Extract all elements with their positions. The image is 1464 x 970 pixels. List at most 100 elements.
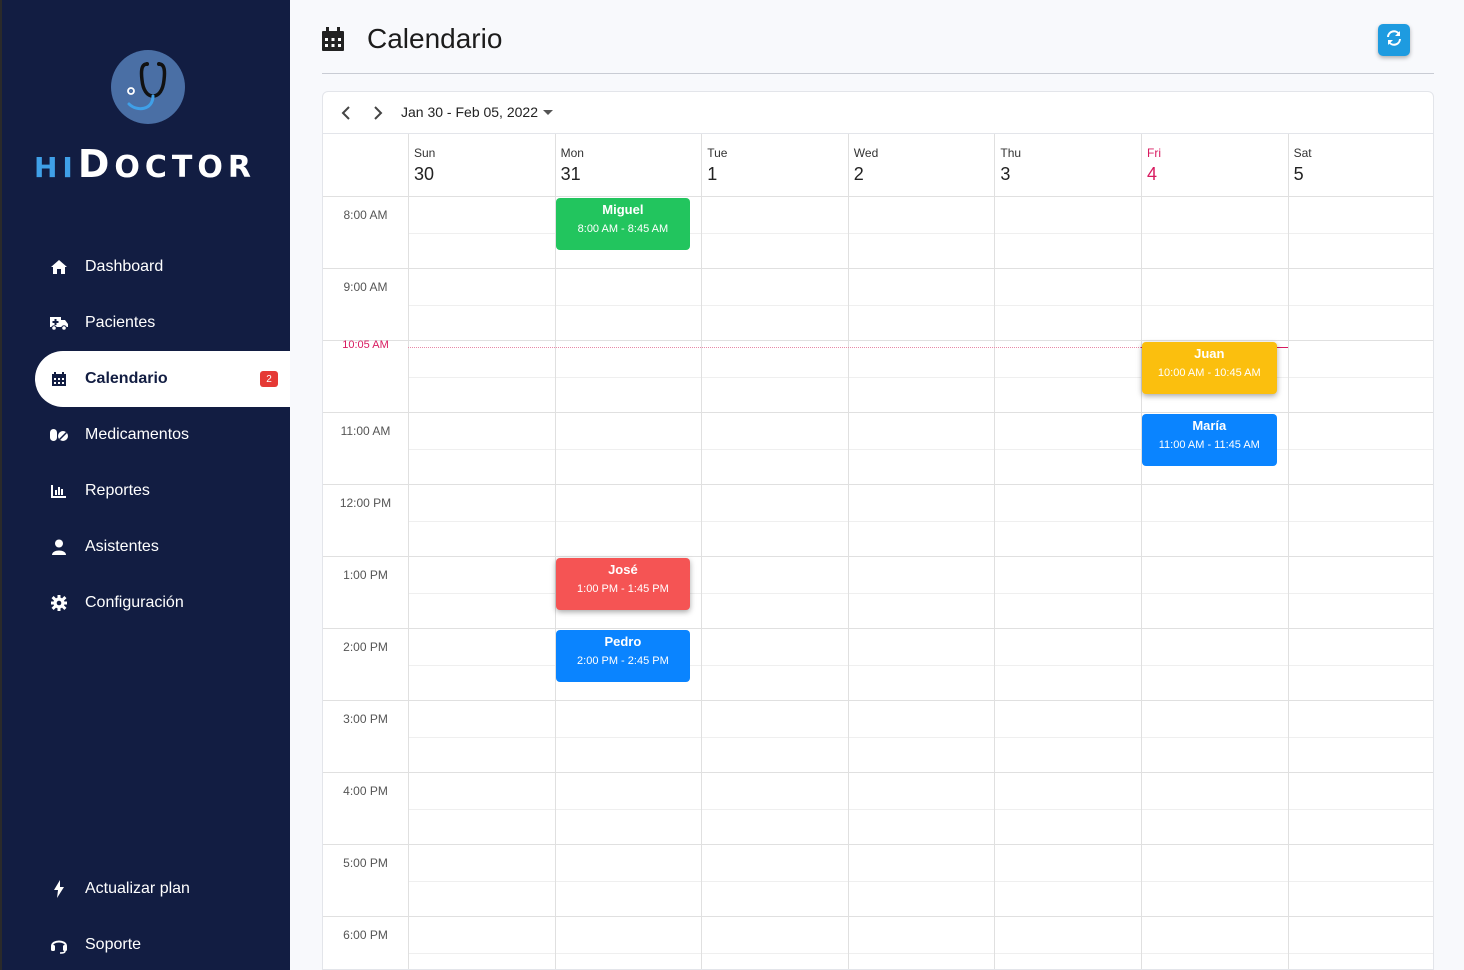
calendar-badge: 2 [260, 371, 278, 387]
half-hour-line [408, 377, 1433, 378]
day-header-sun: Sun 30 [408, 134, 555, 197]
ambulance-icon [49, 313, 69, 333]
time-label: 3:00 PM [343, 712, 388, 726]
home-icon [49, 257, 69, 277]
sidebar-item-configuracion[interactable]: Configuración [35, 575, 292, 631]
sidebar-item-label: Calendario [85, 370, 168, 387]
half-hour-line [408, 953, 1433, 954]
sidebar-item-pacientes[interactable]: Pacientes [35, 295, 292, 351]
event-pedro[interactable]: Pedro 2:00 PM - 2:45 PM [555, 630, 691, 682]
week-calendar: Jan 30 - Feb 05, 2022 Sun 30 Mon 31 Tue 1 Wed 2… [322, 91, 1434, 970]
event-time: 1:00 PM - 1:45 PM [577, 583, 669, 595]
day-name: Mon [560, 146, 584, 160]
refresh-icon [1385, 29, 1403, 52]
sidebar-item-dashboard[interactable]: Dashboard [35, 239, 292, 295]
hour-line [323, 556, 1433, 557]
time-label: 12:00 PM [339, 496, 392, 510]
day-column-line [847, 197, 849, 969]
date-range-selector[interactable]: Jan 30 - Feb 05, 2022 [401, 104, 538, 120]
sidebar-item-label: Configuración [85, 594, 184, 611]
day-column-line [994, 197, 996, 969]
event-name: Miguel [602, 202, 644, 217]
day-date: 5 [1293, 164, 1304, 184]
day-name: Sat [1293, 146, 1312, 160]
brand-doc-rest: OCTOR [114, 150, 256, 185]
header-bottom-line [323, 196, 1433, 197]
day-header-wed: Wed 2 [847, 134, 995, 197]
sidebar-item-soporte[interactable]: Soporte [35, 917, 292, 970]
day-date: 4 [1147, 164, 1158, 184]
page-title: Calendario [367, 23, 503, 54]
hour-line [323, 268, 1433, 269]
next-week-button[interactable] [367, 102, 389, 124]
event-time: 11:00 AM - 11:45 AM [1158, 439, 1260, 451]
day-column-line [701, 197, 703, 969]
day-column-line [408, 197, 409, 969]
current-time-line [408, 347, 1141, 348]
brand-hi: HI [34, 151, 78, 184]
sidebar-item-label: Soporte [85, 936, 142, 953]
sidebar-item-label: Dashboard [85, 258, 164, 275]
event-maría[interactable]: María 11:00 AM - 11:45 AM [1142, 414, 1277, 466]
hour-line [323, 412, 1433, 413]
prev-week-button[interactable] [335, 102, 357, 124]
refresh-button[interactable] [1378, 24, 1410, 56]
day-column-line [1141, 197, 1142, 969]
time-label: 5:00 PM [343, 856, 388, 870]
day-header-tue: Tue 1 [701, 134, 848, 197]
day-header-fri: Fri 4 [1141, 134, 1288, 197]
calendar-icon [49, 369, 69, 389]
sidebar-item-medicamentos[interactable]: Medicamentos [35, 407, 292, 463]
sidebar-item-label: Pacientes [85, 314, 156, 331]
hour-line [323, 700, 1433, 701]
brand-doc-cap: D [77, 142, 115, 186]
chart-icon [49, 481, 69, 501]
hour-line [323, 772, 1433, 773]
chevron-right-icon [374, 106, 383, 120]
half-hour-line [408, 881, 1433, 882]
calendar-toolbar: Jan 30 - Feb 05, 2022 [323, 92, 1433, 134]
day-column-line [1287, 197, 1289, 969]
half-hour-line [408, 449, 1433, 450]
time-label: 4:00 PM [343, 784, 388, 798]
calendar-header-icon [322, 27, 344, 56]
sidebar-item-asistentes[interactable]: Asistentes [35, 519, 292, 575]
day-name: Sun [414, 146, 436, 160]
caret-down-icon[interactable] [543, 110, 553, 115]
headset-icon [49, 935, 69, 955]
event-name: Pedro [604, 634, 642, 649]
sidebar-item-reportes[interactable]: Reportes [35, 463, 292, 519]
day-name: Tue [707, 146, 728, 160]
page-header: Calendario [322, 0, 1434, 74]
event-name: María [1192, 418, 1227, 433]
time-label: 1:00 PM [343, 568, 388, 582]
time-label: 9:00 AM [343, 280, 388, 294]
event-time: 2:00 PM - 2:45 PM [577, 655, 669, 667]
half-hour-line [408, 737, 1433, 738]
day-name: Thu [1000, 146, 1022, 160]
sidebar-item-label: Actualizar plan [85, 880, 190, 897]
event-josé[interactable]: José 1:00 PM - 1:45 PM [555, 558, 691, 610]
event-juan[interactable]: Juan 10:00 AM - 10:45 AM [1142, 342, 1277, 394]
day-date: 30 [414, 164, 435, 184]
pills-icon [49, 425, 69, 445]
bolt-icon [49, 879, 69, 899]
event-time: 8:00 AM - 8:45 AM [577, 223, 669, 235]
time-label: 6:00 PM [343, 928, 388, 942]
half-hour-line [408, 521, 1433, 522]
day-date: 31 [560, 164, 581, 184]
day-date: 2 [853, 164, 864, 184]
event-name: Juan [1194, 346, 1225, 361]
sidebar-item-calendario[interactable]: Calendario 2 [35, 351, 292, 407]
main-content: Calendario Jan 30 - Feb 05, 2022 Sun 30 Mo… [290, 0, 1464, 970]
time-label: 8:00 AM [343, 208, 388, 222]
sidebar-item-actualizar-plan[interactable]: Actualizar plan [35, 861, 292, 917]
sidebar-item-label: Medicamentos [85, 426, 190, 443]
hour-line [323, 484, 1433, 485]
day-header-thu: Thu 3 [994, 134, 1141, 197]
time-label: 11:00 AM [340, 424, 391, 438]
half-hour-line [408, 809, 1433, 810]
event-miguel[interactable]: Miguel 8:00 AM - 8:45 AM [555, 198, 691, 250]
day-header-sat: Sat 5 [1287, 134, 1433, 197]
day-date: 1 [707, 164, 718, 184]
